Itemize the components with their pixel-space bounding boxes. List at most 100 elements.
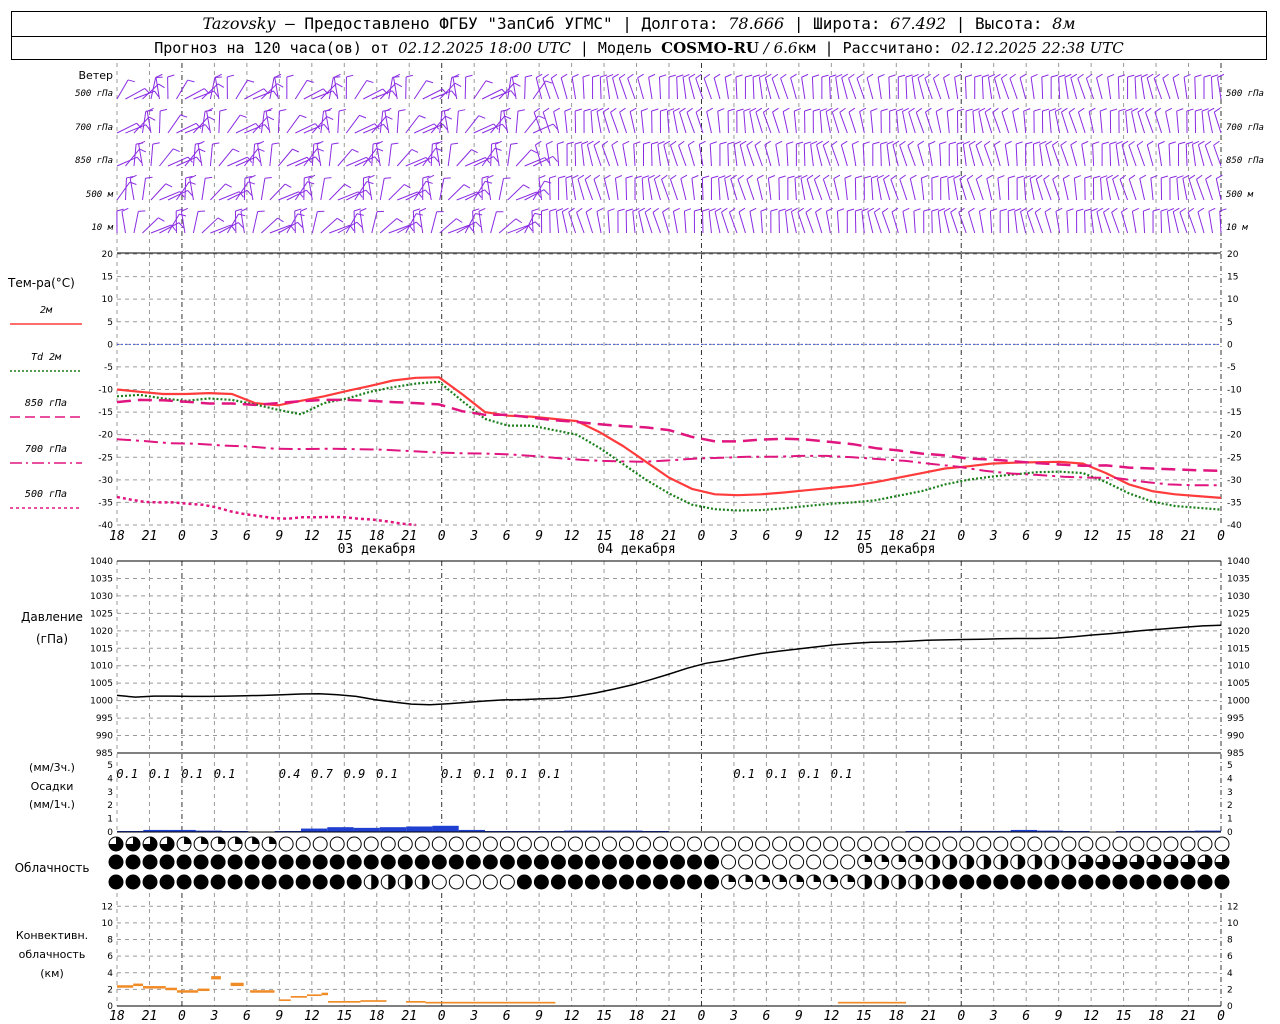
cloud-symbol	[516, 836, 532, 852]
wind-barb-flag	[286, 74, 294, 78]
wind-barb-flag	[1194, 74, 1202, 78]
wind-barb-flag	[872, 141, 880, 145]
conv-hour-label: 18	[888, 1009, 904, 1024]
wind-barb-flag	[1019, 73, 1027, 79]
wind-barb	[752, 76, 755, 100]
conv-hour-label: 21	[401, 1009, 417, 1024]
precip-3h-label: 0.4	[279, 767, 301, 781]
wind-barb-flag	[862, 141, 870, 145]
wind-barb	[956, 143, 959, 167]
conv-hour-label: 15	[1116, 1009, 1132, 1024]
cloud-symbol	[687, 836, 703, 852]
wind-barb-flag	[1086, 73, 1093, 79]
wind-barb	[813, 179, 823, 201]
wind-barb	[593, 179, 602, 201]
wind-barb-flag	[626, 208, 634, 212]
wind-barb	[733, 144, 738, 167]
wind-barb-flag	[617, 208, 625, 212]
cloud-fill	[228, 875, 243, 889]
wind-barb	[856, 78, 865, 100]
cloud-fill	[1034, 855, 1042, 869]
wind-barb	[141, 111, 147, 134]
cloud-symbol	[891, 836, 907, 852]
wind-barb	[1070, 144, 1078, 167]
precip-3h-label: 0.1	[376, 767, 398, 781]
temp-y-tick: 15	[102, 273, 113, 283]
cloud-fill	[915, 855, 923, 862]
wind-barb-flag	[583, 108, 591, 112]
wind-barb	[490, 211, 497, 234]
wind-barb	[954, 77, 959, 100]
temp-y-tick: -40	[1227, 521, 1242, 531]
precip-3h-label: 0.1	[766, 767, 788, 781]
wind-barb-flag	[907, 140, 914, 146]
cloud-fill	[194, 855, 209, 869]
precip-3h-label: 0.1	[506, 767, 528, 781]
wind-barb	[1208, 211, 1214, 234]
wind-barb-flag	[549, 208, 557, 212]
conv-hour-label: 0	[178, 1009, 186, 1024]
wind-barb-flag	[239, 114, 247, 118]
wind-barb-flag	[600, 74, 608, 78]
pressure-y-tick: 1030	[1227, 592, 1250, 602]
temp-y-tick: 10	[102, 295, 114, 305]
temp-hour-label: 6	[243, 529, 251, 544]
wind-barb	[997, 178, 1001, 201]
conv-bar	[425, 1001, 556, 1004]
wind-barb	[159, 148, 174, 167]
wind-barb	[1081, 144, 1086, 167]
wind-barb-flag	[915, 107, 923, 113]
pressure-title: Давление	[21, 610, 83, 624]
wind-barb-flag	[835, 73, 843, 78]
conv-hour-label: 3	[989, 1009, 998, 1024]
cloud-fill	[218, 837, 226, 844]
temp-y-tick: -30	[98, 476, 113, 486]
wind-barb-flag	[148, 116, 156, 121]
conv-y-tick: 6	[107, 952, 113, 962]
cloud-fill	[551, 875, 566, 889]
wind-barb	[405, 115, 420, 134]
wind-barb-flag	[746, 140, 753, 146]
wind-barb	[754, 145, 763, 167]
wind-barb	[612, 77, 619, 100]
wind-barb	[713, 77, 721, 100]
wind-barb-flag	[974, 74, 982, 78]
wind-barb-flag	[651, 141, 659, 145]
wind-barb	[354, 123, 375, 134]
wind-barb	[771, 78, 780, 100]
cloud-fill	[619, 875, 634, 889]
conv-hour-label: 3	[209, 1009, 218, 1024]
wind-barb	[427, 178, 432, 201]
cloud-fill	[534, 875, 549, 889]
wind-barb	[371, 211, 378, 234]
wind-barb	[737, 179, 746, 201]
wind-barb-flag	[871, 175, 879, 179]
wind-barb-flag	[478, 207, 486, 212]
wind-barb	[1157, 144, 1163, 167]
cloud-fill	[143, 875, 158, 889]
wind-barb-flag	[1136, 140, 1144, 146]
conv-y-tick: 6	[1227, 952, 1233, 962]
wind-barb-flag	[1015, 141, 1023, 145]
wind-barb	[294, 80, 308, 100]
wind-barb	[1105, 178, 1112, 201]
day-label: 05 декабря	[857, 542, 935, 557]
wind-barb-flag	[898, 74, 906, 78]
wind-barb	[1023, 178, 1027, 201]
conv-y-tick: 4	[1227, 969, 1233, 979]
wind-barb	[571, 178, 577, 201]
conv-hour-label: 0	[1217, 1009, 1225, 1024]
wind-barb	[379, 178, 385, 201]
cloud-symbol	[584, 836, 600, 852]
wind-barb	[913, 211, 916, 234]
wind-barb-flag	[815, 207, 822, 213]
wind-barb	[269, 183, 286, 201]
wind-barb	[915, 112, 925, 134]
wind-barb-flag	[546, 140, 553, 145]
wind-barb-flag	[1070, 140, 1078, 146]
cloud-fill	[201, 837, 209, 844]
wind-barb-flag	[279, 108, 287, 112]
cloud-symbol	[1112, 836, 1128, 852]
cloud-symbol	[346, 836, 362, 852]
wind-barb	[876, 178, 882, 201]
